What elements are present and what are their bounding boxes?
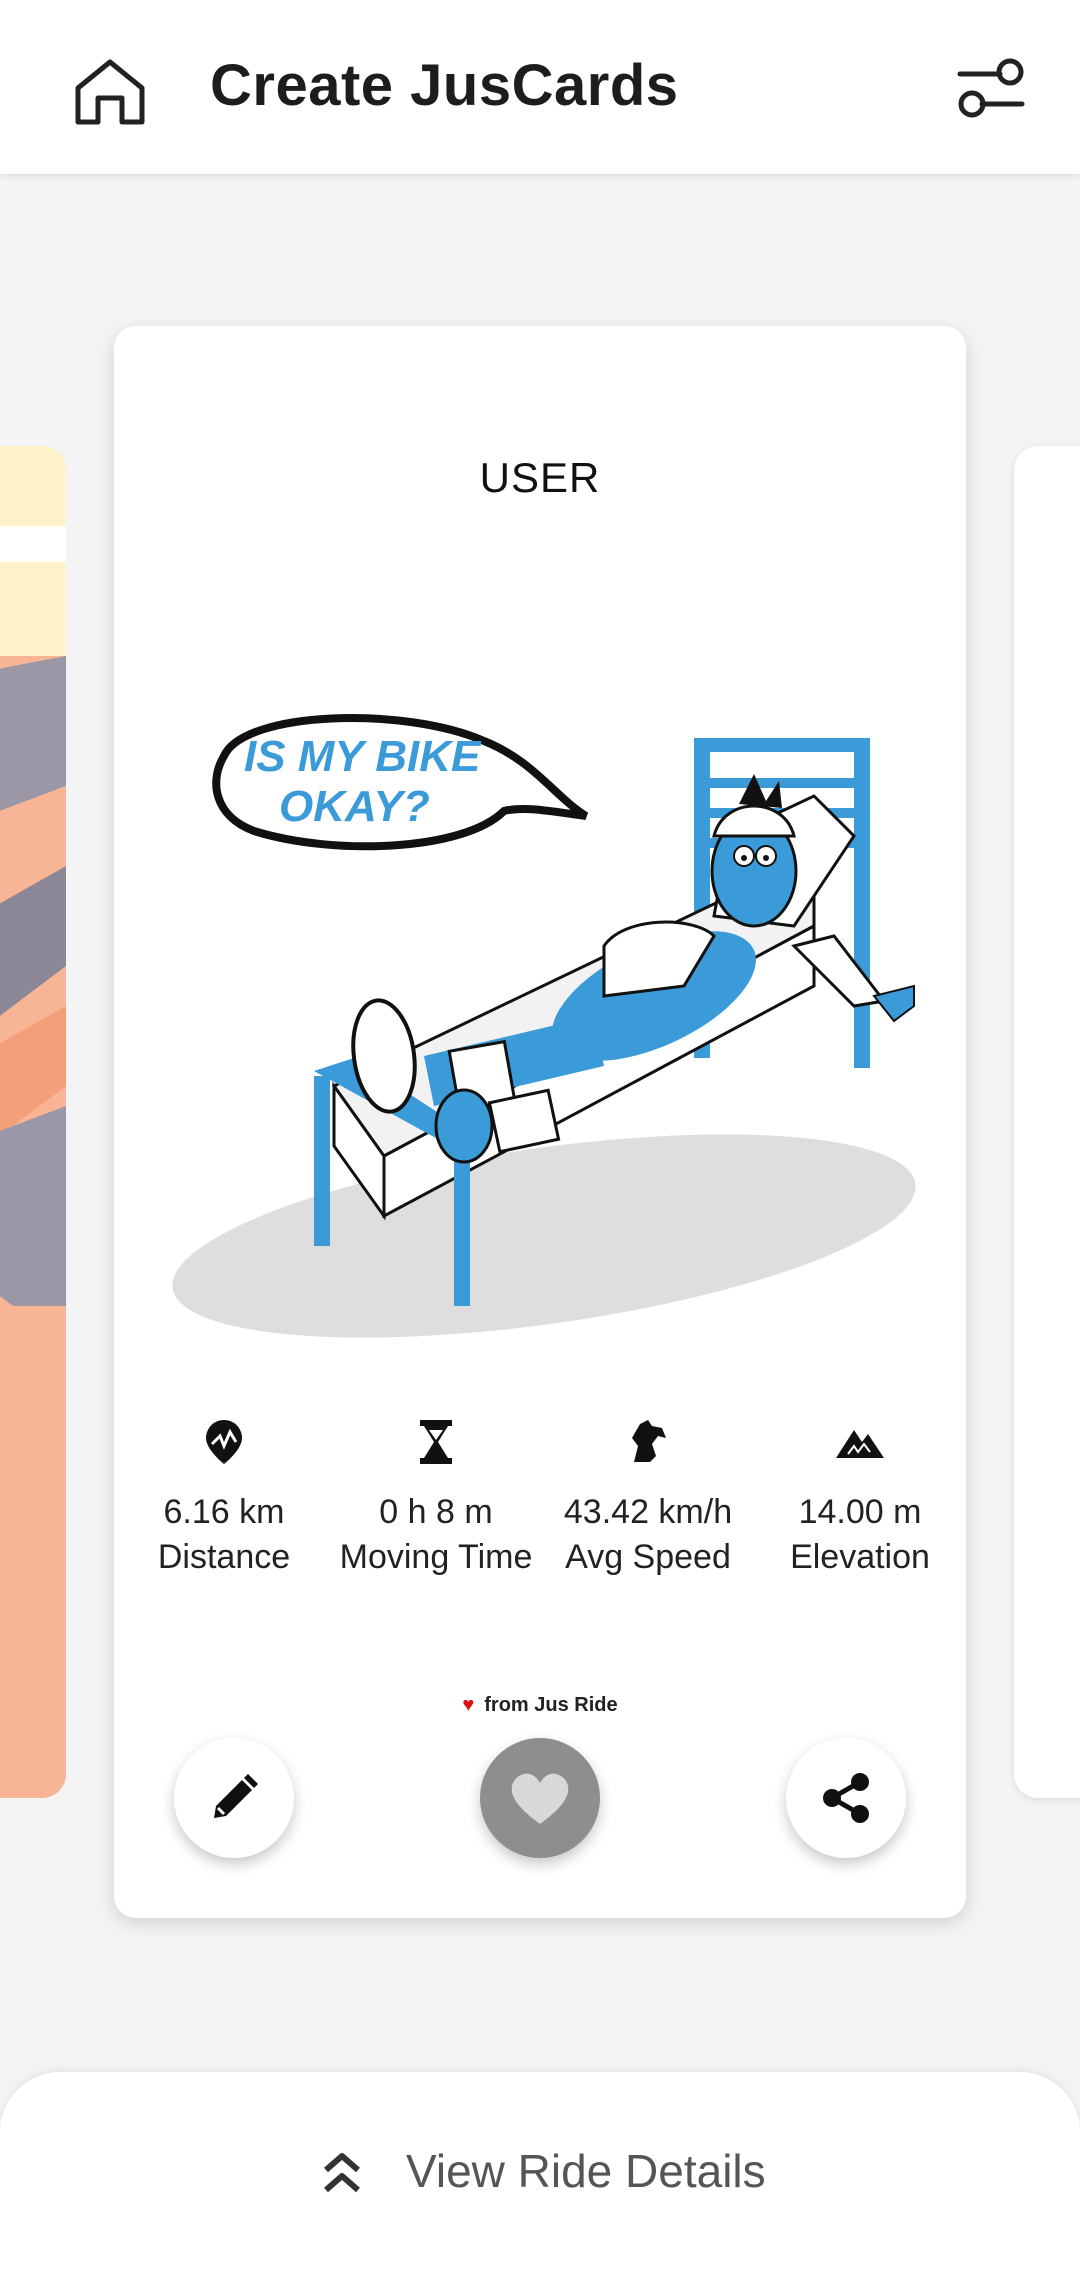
stat-moving-time: 0 h 8 m Moving Time bbox=[326, 1416, 546, 1580]
pencil-icon bbox=[214, 1774, 258, 1818]
share-icon bbox=[823, 1773, 869, 1823]
previous-card[interactable]: m on bbox=[0, 446, 66, 1798]
next-card[interactable] bbox=[1014, 446, 1080, 1798]
ride-details-sheet[interactable]: View Ride Details bbox=[0, 2072, 1080, 2272]
attribution: ♥ from Jus Ride bbox=[114, 1694, 966, 1717]
heart-small-icon: ♥ bbox=[462, 1694, 475, 1716]
hourglass-icon bbox=[420, 1420, 452, 1464]
stat-elevation: 14.00 m Elevation bbox=[750, 1416, 970, 1580]
stat-distance: 6.16 km Distance bbox=[114, 1416, 334, 1580]
speech-line-2: OKAY? bbox=[279, 782, 430, 831]
home-icon[interactable] bbox=[72, 56, 148, 128]
previous-card-art bbox=[0, 446, 66, 1798]
distance-pin-icon bbox=[206, 1420, 242, 1464]
speech-line-1: IS MY BIKE bbox=[244, 732, 482, 781]
app-header: Create JusCards bbox=[0, 0, 1080, 174]
stat-elevation-value: 14.00 m bbox=[798, 1493, 922, 1531]
jus-card: USER IS MY BIKE OKAY? 6.16 km Distance 0… bbox=[114, 326, 966, 1918]
horse-icon bbox=[632, 1420, 666, 1462]
view-ride-details-label: View Ride Details bbox=[406, 2145, 766, 2197]
stat-elevation-label: Elevation bbox=[790, 1538, 930, 1576]
mountain-icon bbox=[836, 1430, 884, 1458]
user-name: USER bbox=[479, 454, 601, 501]
attribution-text: from Jus Ride bbox=[484, 1694, 618, 1716]
share-button[interactable] bbox=[786, 1738, 906, 1858]
stat-moving-time-value: 0 h 8 m bbox=[379, 1493, 493, 1531]
heart-icon bbox=[511, 1773, 569, 1824]
stat-avg-speed: 43.42 km/h Avg Speed bbox=[538, 1416, 758, 1580]
stat-moving-time-label: Moving Time bbox=[339, 1538, 533, 1576]
page-title: Create JusCards bbox=[210, 53, 679, 118]
stat-avg-speed-label: Avg Speed bbox=[565, 1538, 731, 1576]
edit-button[interactable] bbox=[174, 1738, 294, 1858]
stat-distance-label: Distance bbox=[157, 1538, 291, 1576]
stat-distance-value: 6.16 km bbox=[163, 1493, 285, 1531]
stat-avg-speed-value: 43.42 km/h bbox=[563, 1493, 733, 1531]
crash-illustration: IS MY BIKE OKAY? bbox=[172, 714, 916, 1338]
like-button[interactable] bbox=[480, 1738, 600, 1858]
filter-settings-icon[interactable] bbox=[956, 56, 1026, 122]
ride-stats: 6.16 km Distance 0 h 8 m Moving Time 43.… bbox=[114, 1416, 966, 1636]
double-chevron-up-icon bbox=[324, 2153, 360, 2193]
